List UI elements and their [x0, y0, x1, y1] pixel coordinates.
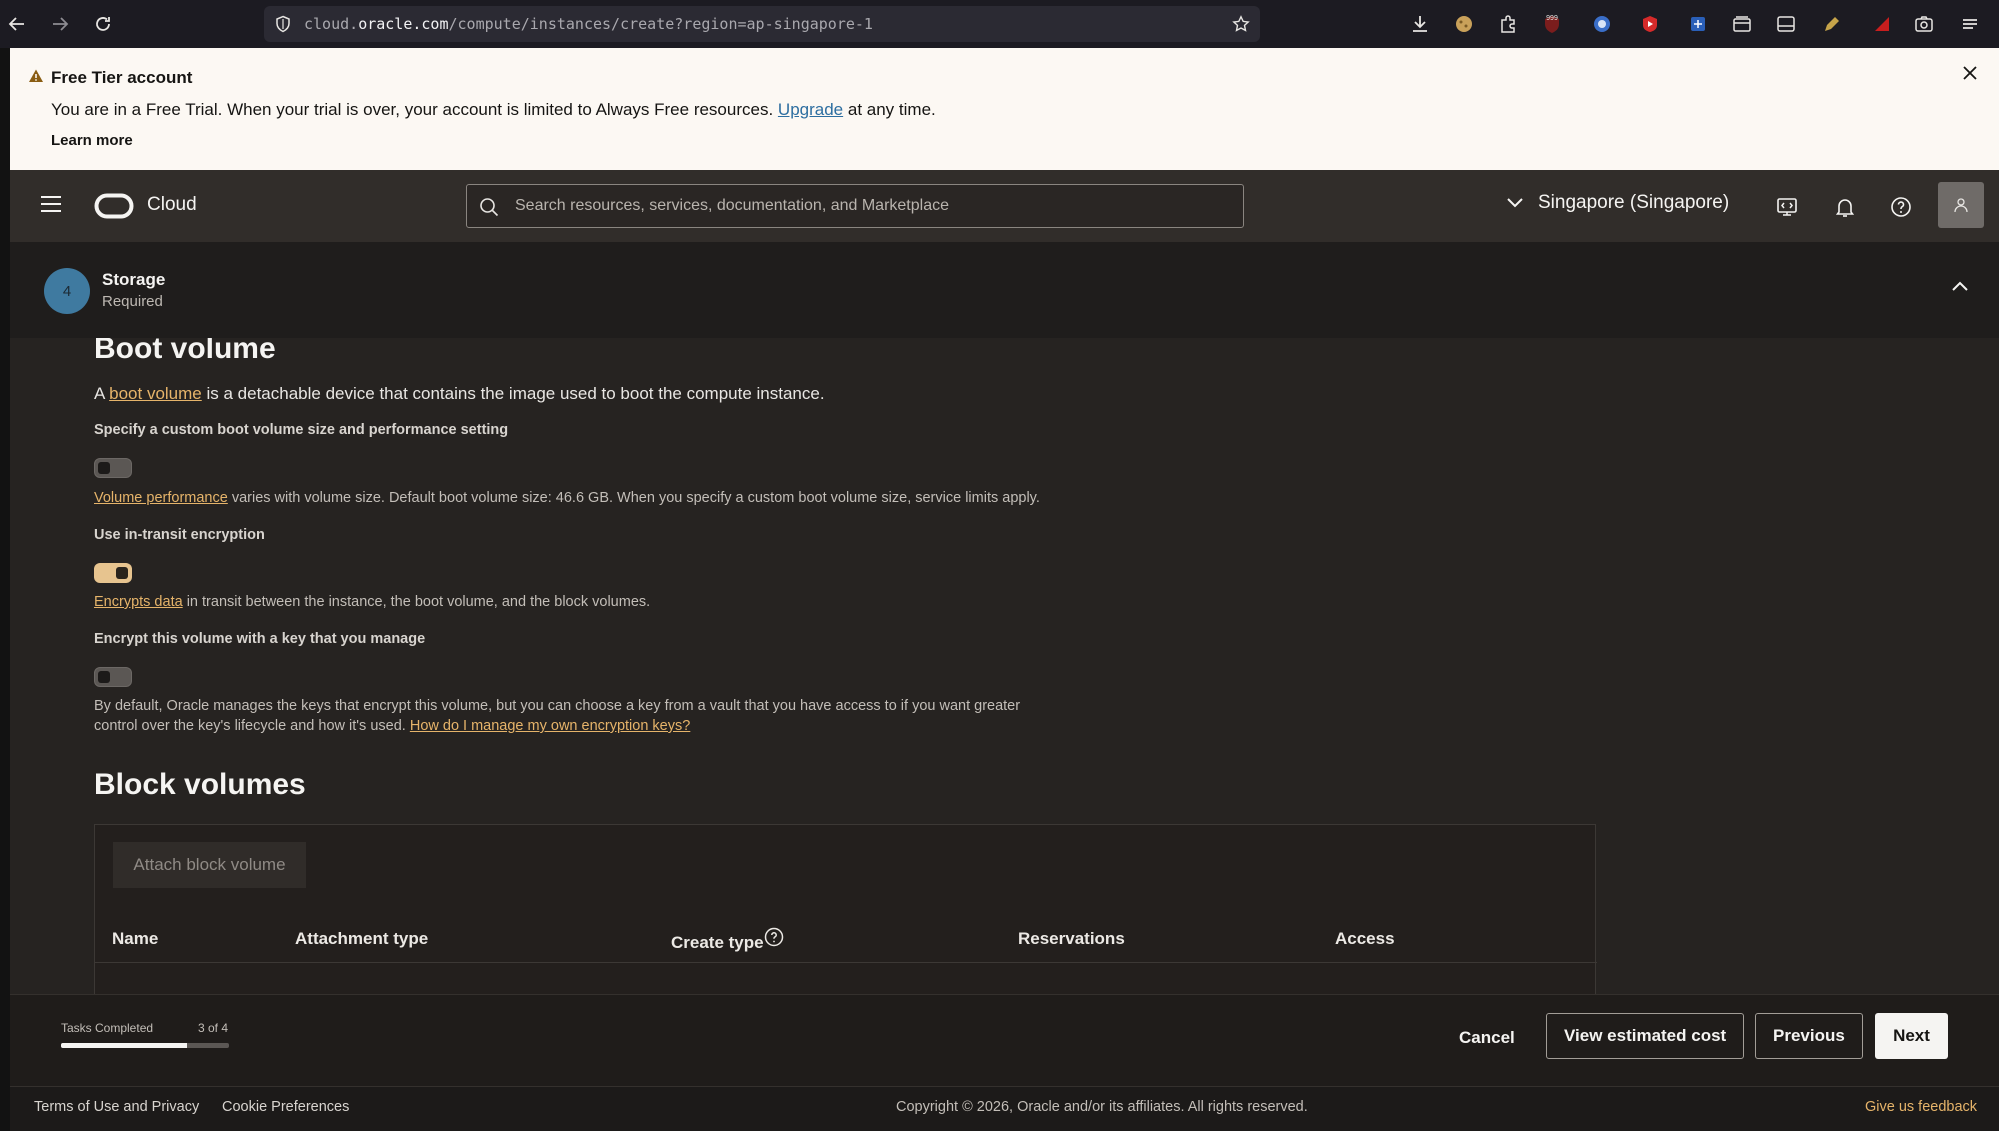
user-icon: [1952, 196, 1970, 214]
previous-button[interactable]: Previous: [1755, 1013, 1863, 1059]
youtube-extension-icon[interactable]: [1638, 12, 1662, 36]
user-avatar[interactable]: [1938, 182, 1984, 228]
app-menu-icon[interactable]: [1958, 12, 1982, 36]
browser-toolbar: cloud.oracle.com/compute/instances/creat…: [0, 0, 1999, 48]
column-header-name[interactable]: Name: [112, 929, 158, 949]
wizard-step-header[interactable]: 4 Storage Required: [10, 242, 1999, 338]
column-header-create-type[interactable]: Create type: [671, 933, 764, 953]
left-window-edge: [0, 48, 10, 1131]
custom-size-label: Specify a custom boot volume size and pe…: [94, 422, 509, 438]
cookie-preferences-link[interactable]: Cookie Preferences: [222, 1099, 349, 1115]
toggle-knob: [98, 671, 110, 683]
cookie-extension-icon[interactable]: [1452, 12, 1476, 36]
address-bar[interactable]: cloud.oracle.com/compute/instances/creat…: [264, 6, 1260, 42]
boot-volume-link[interactable]: boot volume: [109, 384, 202, 403]
next-button[interactable]: Next: [1875, 1013, 1948, 1059]
forward-icon[interactable]: [48, 12, 72, 36]
tasks-completed-count: 3 of 4: [198, 1021, 229, 1035]
manage-key-toggle[interactable]: [94, 667, 132, 687]
puzzle-extension-icon[interactable]: [1496, 12, 1520, 36]
toggle-knob: [116, 567, 128, 579]
terms-link[interactable]: Terms of Use and Privacy: [34, 1099, 199, 1115]
volume-performance-help: Volume performance varies with volume si…: [94, 490, 1040, 506]
code-editor-icon[interactable]: [1774, 194, 1800, 220]
boot-volume-description: A boot volume is a detachable device tha…: [94, 384, 825, 403]
in-transit-encryption-label: Use in-transit encryption: [94, 527, 265, 543]
boot-volume-heading: Boot volume: [94, 338, 276, 365]
wizard-action-bar: Tasks Completed 3 of 4 Cancel View estim…: [10, 994, 1999, 1086]
encrypts-data-link[interactable]: Encrypts data: [94, 594, 183, 610]
chevron-up-icon[interactable]: [1951, 280, 1969, 292]
block-volumes-heading: Block volumes: [94, 768, 306, 801]
block-volumes-table: Attach block volume Name Attachment type…: [94, 824, 1597, 994]
tasks-progress-fill: [61, 1043, 187, 1048]
copyright-text: Copyright © 2026, Oracle and/or its affi…: [896, 1099, 1308, 1115]
brand-name[interactable]: Cloud: [147, 194, 197, 216]
container-icon[interactable]: [1730, 12, 1754, 36]
search-input[interactable]: [515, 194, 1215, 218]
manage-key-help: By default, Oracle manages the keys that…: [94, 698, 1021, 734]
column-header-attachment-type[interactable]: Attachment type: [295, 929, 428, 949]
warning-icon: [28, 68, 44, 84]
manage-keys-link[interactable]: How do I manage my own encryption keys?: [410, 718, 690, 734]
shield-extension-icon[interactable]: [1686, 12, 1710, 36]
page-footer: Terms of Use and Privacy Cookie Preferen…: [10, 1086, 1999, 1131]
chevron-down-icon: [1506, 197, 1524, 209]
sidebar-icon[interactable]: [1774, 12, 1798, 36]
region-selector[interactable]: Singapore (Singapore): [1506, 192, 1729, 214]
extension-badge-count: 999: [1546, 15, 1558, 22]
create-type-help-icon[interactable]: [764, 927, 784, 947]
upgrade-link[interactable]: Upgrade: [778, 100, 843, 119]
back-icon[interactable]: [5, 12, 29, 36]
learn-more-link[interactable]: Learn more: [51, 132, 133, 149]
cancel-button[interactable]: Cancel: [1443, 1015, 1531, 1061]
screenshot-icon[interactable]: [1912, 12, 1936, 36]
toggle-knob: [98, 462, 110, 474]
ublock-extension-icon[interactable]: 999: [1540, 12, 1564, 36]
banner-title: Free Tier account: [51, 68, 193, 87]
bell-icon[interactable]: [1832, 194, 1858, 220]
hamburger-menu-icon[interactable]: [40, 195, 62, 213]
region-name: Singapore (Singapore): [1538, 192, 1730, 213]
red-extension-icon[interactable]: [1870, 12, 1894, 36]
manage-key-label: Encrypt this volume with a key that you …: [94, 631, 426, 647]
banner-message: You are in a Free Trial. When your trial…: [51, 100, 936, 119]
pencil-extension-icon[interactable]: [1820, 12, 1844, 36]
search-icon: [479, 197, 499, 217]
url-text: cloud.oracle.com/compute/instances/creat…: [304, 15, 873, 33]
tasks-progress-bar: [61, 1043, 229, 1048]
step-subtitle: Required: [102, 293, 163, 310]
in-transit-encryption-help: Encrypts data in transit between the ins…: [94, 594, 651, 610]
volume-performance-link[interactable]: Volume performance: [94, 490, 228, 506]
view-estimated-cost-button[interactable]: View estimated cost: [1546, 1013, 1745, 1059]
reload-icon[interactable]: [91, 12, 115, 36]
close-icon[interactable]: [1962, 65, 1978, 81]
column-header-access[interactable]: Access: [1335, 929, 1395, 949]
app-header: Cloud Singapore (Singapore): [10, 170, 1999, 242]
global-search[interactable]: [466, 184, 1244, 228]
help-icon[interactable]: [1888, 194, 1914, 220]
download-icon[interactable]: [1408, 12, 1432, 36]
in-transit-encryption-toggle[interactable]: [94, 563, 132, 583]
tasks-completed-label: Tasks Completed: [61, 1021, 154, 1035]
table-header-divider: [95, 962, 1597, 963]
attach-block-volume-button[interactable]: Attach block volume: [113, 842, 306, 888]
free-tier-banner: Free Tier account You are in a Free Tria…: [10, 48, 1999, 170]
column-header-reservations[interactable]: Reservations: [1018, 929, 1125, 949]
oracle-logo-icon[interactable]: [94, 193, 134, 219]
bookmark-star-icon[interactable]: [1232, 15, 1250, 33]
circle-extension-icon[interactable]: [1590, 12, 1614, 36]
custom-size-toggle[interactable]: [94, 458, 132, 478]
step-title: Storage: [102, 270, 166, 289]
storage-section: Boot volume A boot volume is a detachabl…: [10, 338, 1999, 994]
shield-icon[interactable]: [274, 15, 292, 33]
step-number-badge: 4: [44, 268, 90, 314]
give-feedback-link[interactable]: Give us feedback: [1865, 1099, 1977, 1115]
